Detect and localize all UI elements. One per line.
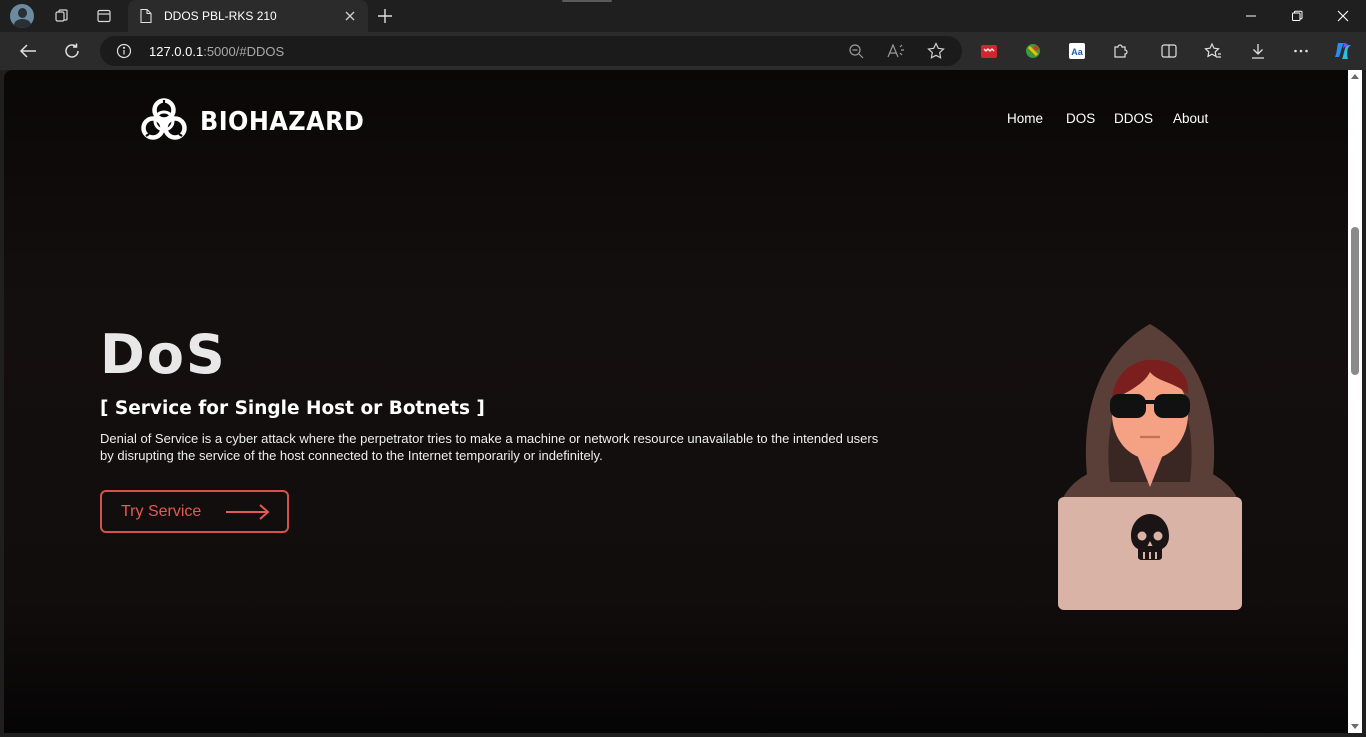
svg-text:Aa: Aa <box>1071 47 1083 57</box>
url-host: 127.0.0.1 <box>149 44 204 59</box>
favorites-icon[interactable] <box>1202 40 1224 62</box>
try-service-button[interactable]: Try Service <box>100 490 289 533</box>
nav-home[interactable]: Home <box>1007 111 1043 126</box>
read-aloud-icon[interactable] <box>884 40 908 62</box>
hero-title: DoS <box>100 323 227 386</box>
browser-titlebar: DDOS PBL-RKS 210 <box>0 0 1366 32</box>
extensions-puzzle-icon[interactable] <box>1110 40 1132 62</box>
page-scrollbar[interactable] <box>1348 70 1362 733</box>
tab-title: DDOS PBL-RKS 210 <box>164 9 277 23</box>
refresh-icon[interactable] <box>56 36 88 66</box>
hero-subtitle: [ Service for Single Host or Botnets ] <box>100 398 485 419</box>
extension-dictionary-icon[interactable]: Aa <box>1066 40 1088 62</box>
close-window-icon[interactable] <box>1320 0 1366 32</box>
zoom-out-icon[interactable] <box>844 40 868 62</box>
hero-description: Denial of Service is a cyber attack wher… <box>100 431 879 463</box>
favorite-star-icon[interactable] <box>924 40 948 62</box>
url-text[interactable]: 127.0.0.1:5000/#DDOS <box>149 44 284 59</box>
url-path: :5000/#DDOS <box>203 44 285 59</box>
tab-close-icon[interactable] <box>342 8 358 24</box>
profile-avatar-icon[interactable] <box>10 4 34 28</box>
browser-toolbar: 127.0.0.1:5000/#DDOS Aa <box>0 32 1366 70</box>
logo-text: BIOHAZARD <box>200 106 365 137</box>
nav-ddos[interactable]: DDOS <box>1114 111 1153 126</box>
nav-dos[interactable]: DOS <box>1066 111 1095 126</box>
nav-about[interactable]: About <box>1173 111 1208 126</box>
scroll-down-icon[interactable] <box>1351 724 1359 729</box>
scroll-thumb[interactable] <box>1351 227 1359 375</box>
workspaces-icon[interactable] <box>48 4 76 28</box>
extension-colorful-icon[interactable] <box>1022 40 1044 62</box>
restore-icon[interactable] <box>1274 0 1320 32</box>
title-drag-handle <box>562 0 612 2</box>
page-document-icon <box>139 8 153 29</box>
downloads-icon[interactable] <box>1247 40 1269 62</box>
tab-actions-icon[interactable] <box>90 4 118 28</box>
tab-active[interactable]: DDOS PBL-RKS 210 <box>128 0 368 32</box>
back-icon[interactable] <box>12 36 44 66</box>
site-info-icon[interactable] <box>116 43 132 64</box>
more-options-icon[interactable] <box>1290 40 1312 62</box>
arrow-right-icon <box>225 503 271 526</box>
hacker-illustration <box>1054 322 1250 617</box>
minimize-icon[interactable] <box>1228 0 1274 32</box>
split-screen-icon[interactable] <box>1158 40 1180 62</box>
address-bar[interactable]: 127.0.0.1:5000/#DDOS <box>100 36 962 66</box>
scroll-up-icon[interactable] <box>1351 74 1359 79</box>
biohazard-icon <box>140 96 188 147</box>
copilot-icon[interactable] <box>1332 40 1354 62</box>
try-service-label: Try Service <box>121 503 202 520</box>
new-tab-icon[interactable] <box>372 4 398 28</box>
extension-red-icon[interactable] <box>978 40 1000 62</box>
page-viewport: BIOHAZARD Home DOS DDOS About DoS [ Serv… <box>4 70 1348 733</box>
site-logo[interactable]: BIOHAZARD <box>140 96 379 147</box>
